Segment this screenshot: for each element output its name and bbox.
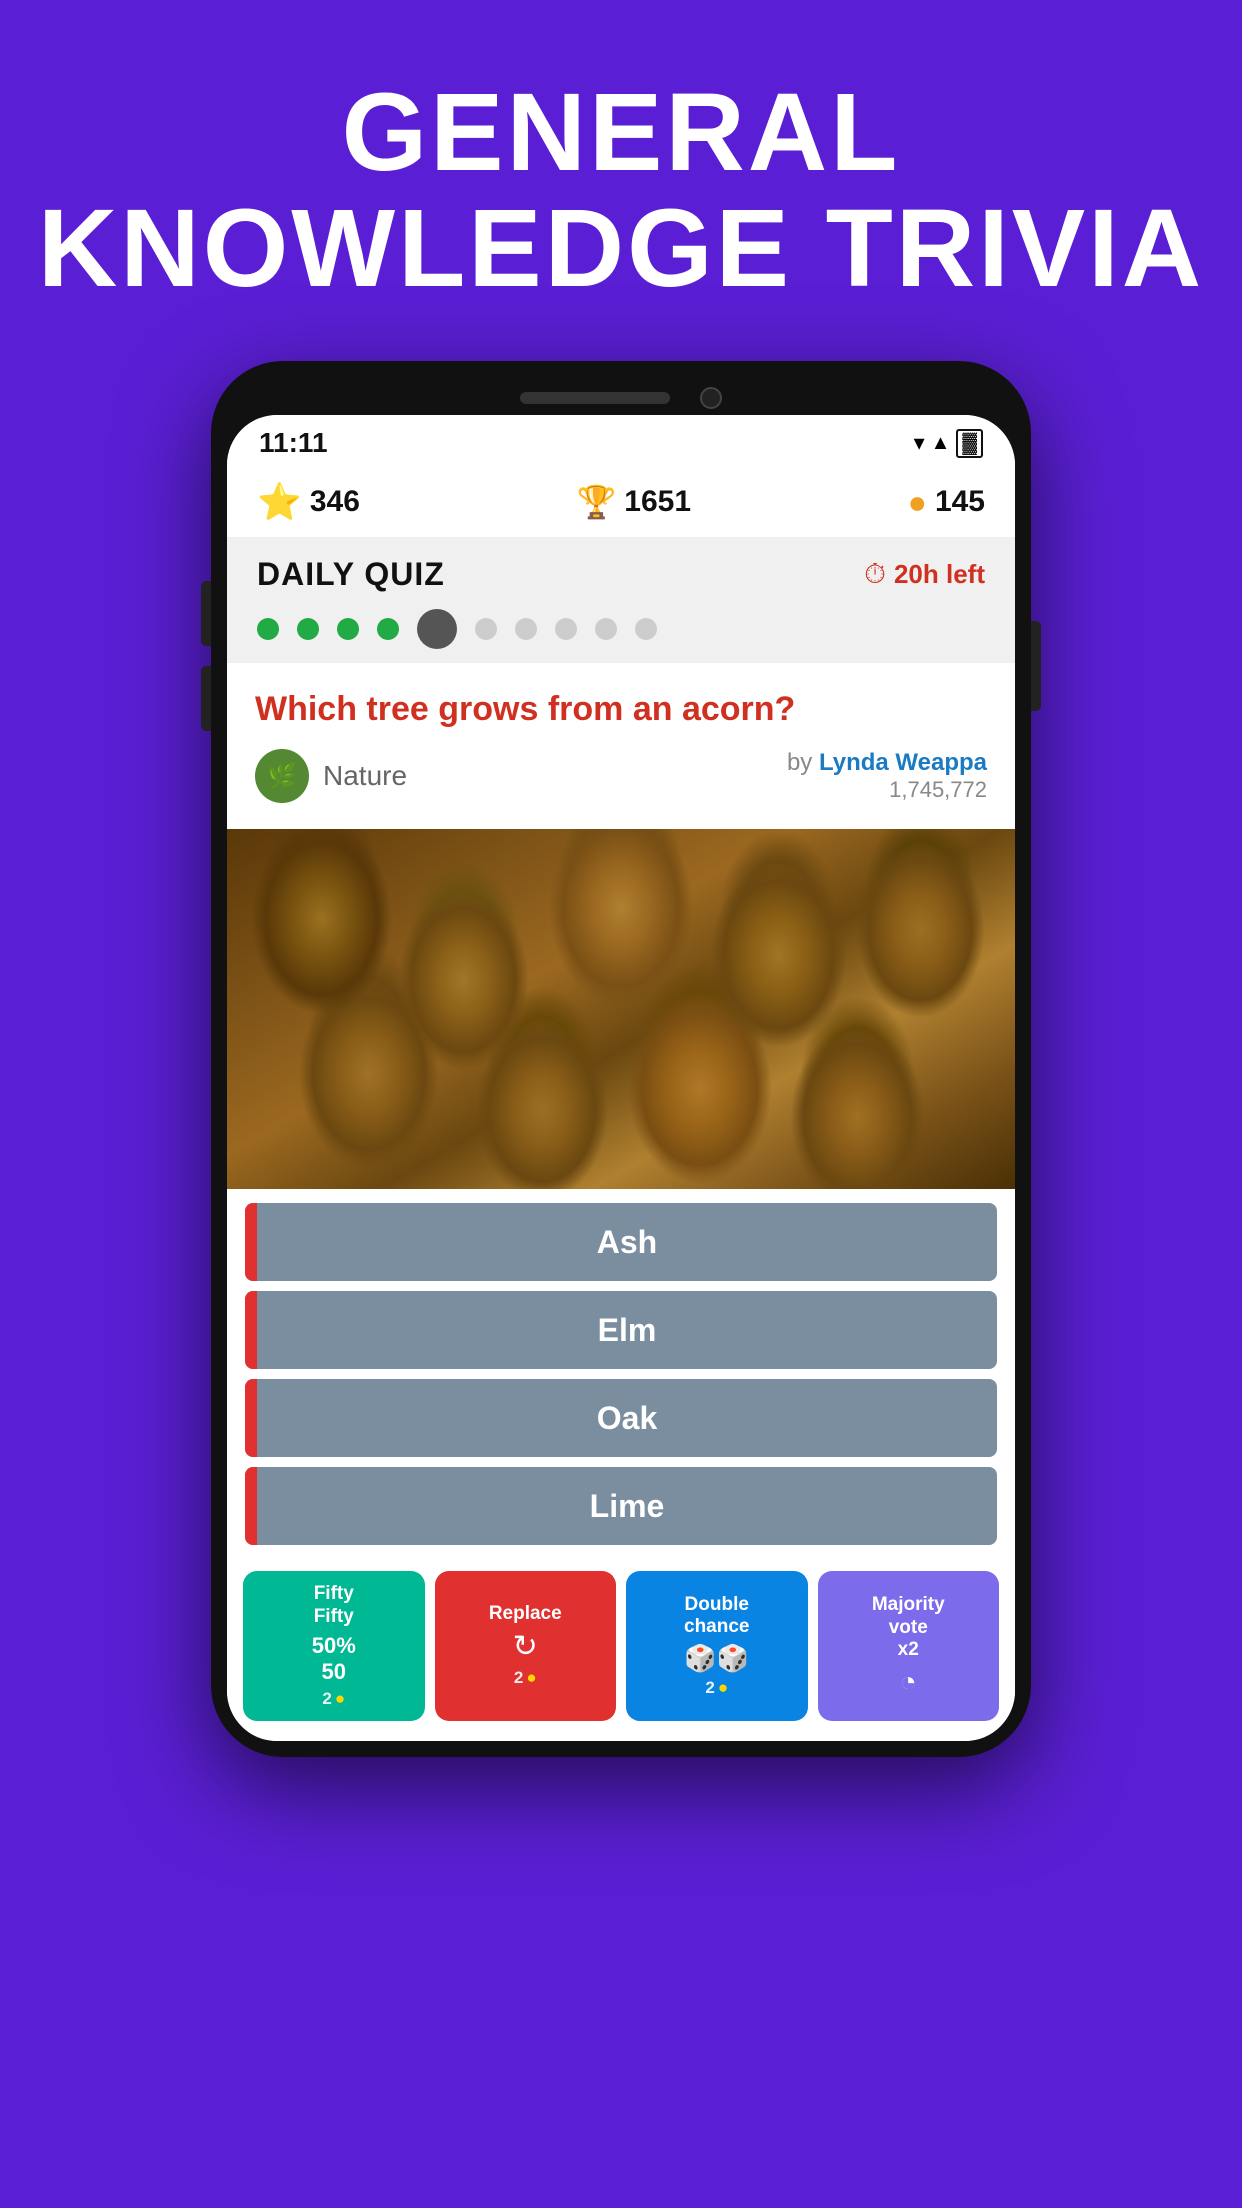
phone-screen: 11:11 ▾ ▲ ▓ ⭐ 346 🏆 1651 ● xyxy=(227,415,1015,1741)
fifty-fifty-icon: 50%50 xyxy=(312,1633,356,1685)
dot-7 xyxy=(515,618,537,640)
fifty-fifty-cost-value: 2 xyxy=(322,1689,331,1709)
author-prefix: by xyxy=(787,749,819,776)
answer-2-indicator xyxy=(245,1291,257,1369)
score-bar: ⭐ 346 🏆 1651 ● 145 xyxy=(227,467,1015,538)
fifty-fifty-cost-coin: ● xyxy=(335,1689,345,1709)
lifeline-majority-vote[interactable]: Majorityvotex2 ◔ xyxy=(818,1571,1000,1721)
category-left: 🌿 Nature xyxy=(255,749,407,803)
category-icon-circle: 🌿 xyxy=(255,749,309,803)
coin-icon: ● xyxy=(908,484,927,521)
dot-8 xyxy=(555,618,577,640)
trophy-value: 1651 xyxy=(624,485,691,519)
dot-6 xyxy=(475,618,497,640)
majority-vote-icon: ◔ xyxy=(900,1666,917,1698)
dot-1 xyxy=(257,618,279,640)
double-chance-cost-value: 2 xyxy=(705,1678,714,1698)
answer-4[interactable]: Lime xyxy=(245,1467,997,1545)
dot-3 xyxy=(337,618,359,640)
double-chance-icon: 🎲🎲 xyxy=(684,1643,749,1674)
phone-shell: 11:11 ▾ ▲ ▓ ⭐ 346 🏆 1651 ● xyxy=(211,361,1031,1757)
replace-icon: ↻ xyxy=(513,1629,538,1664)
answer-1-text: Ash xyxy=(257,1224,997,1261)
dot-4 xyxy=(377,618,399,640)
question-section: Which tree grows from an acorn? 🌿 Nature… xyxy=(227,663,1015,829)
answers-section: Ash Elm Oak Lime xyxy=(227,1189,1015,1559)
replace-cost-coin: ● xyxy=(526,1668,536,1688)
replace-cost: 2 ● xyxy=(514,1668,537,1688)
answer-2[interactable]: Elm xyxy=(245,1291,997,1369)
wifi-icon: ▾ xyxy=(914,430,925,456)
phone-camera xyxy=(700,387,722,409)
quiz-title: DAILY QUIZ xyxy=(257,556,445,593)
author-name: Lynda Weappa xyxy=(819,749,987,776)
replace-cost-value: 2 xyxy=(514,1668,523,1688)
power-button xyxy=(1031,621,1041,711)
time-badge: ⏱ 20h left xyxy=(864,558,985,591)
dot-2 xyxy=(297,618,319,640)
stars-value: 346 xyxy=(310,485,360,519)
status-time: 11:11 xyxy=(259,427,328,459)
page-background: GENERAL KNOWLEDGE TRIVIA 11:11 ▾ ▲ ▓ xyxy=(0,0,1242,2208)
author-info: by Lynda Weappa 1,745,772 xyxy=(787,749,987,803)
coins-value: 145 xyxy=(935,485,985,519)
majority-vote-label: Majorityvotex2 xyxy=(872,1594,945,1662)
progress-dots xyxy=(257,609,985,649)
time-left: 20h left xyxy=(894,559,985,590)
signal-icon: ▲ xyxy=(931,432,951,455)
page-title: GENERAL KNOWLEDGE TRIVIA xyxy=(38,75,1204,306)
answer-2-text: Elm xyxy=(257,1312,997,1349)
acorn-image xyxy=(227,829,1015,1189)
double-chance-cost-coin: ● xyxy=(718,1678,728,1698)
fifty-fifty-label: Fifty Fifty xyxy=(314,1583,354,1629)
timer-icon: ⏱ xyxy=(864,558,886,591)
dot-10 xyxy=(635,618,657,640)
category-row: 🌿 Nature by Lynda Weappa 1,745,772 xyxy=(255,749,987,803)
answer-3-text: Oak xyxy=(257,1400,997,1437)
answer-4-indicator xyxy=(245,1467,257,1545)
quiz-title-row: DAILY QUIZ ⏱ 20h left xyxy=(257,556,985,593)
quiz-header: DAILY QUIZ ⏱ 20h left xyxy=(227,538,1015,663)
dot-5-current xyxy=(417,609,457,649)
answer-3-indicator xyxy=(245,1379,257,1457)
answer-1-indicator xyxy=(245,1203,257,1281)
coins-score: ● 145 xyxy=(908,484,985,521)
fifty-fifty-cost: 2 ● xyxy=(322,1689,345,1709)
answer-1[interactable]: Ash xyxy=(245,1203,997,1281)
phone-notch xyxy=(227,377,1015,415)
lifeline-fifty-fifty[interactable]: Fifty Fifty 50%50 2 ● xyxy=(243,1571,425,1721)
category-name: Nature xyxy=(323,760,407,792)
question-image xyxy=(227,829,1015,1189)
author-plays: 1,745,772 xyxy=(889,777,987,802)
answer-3[interactable]: Oak xyxy=(245,1379,997,1457)
double-chance-label: Doublechance xyxy=(684,1594,749,1640)
trophy-score: 🏆 1651 xyxy=(576,483,691,521)
status-bar: 11:11 ▾ ▲ ▓ xyxy=(227,415,1015,467)
phone-speaker xyxy=(520,392,670,404)
lifeline-replace[interactable]: Replace ↻ 2 ● xyxy=(435,1571,617,1721)
double-chance-cost: 2 ● xyxy=(705,1678,728,1698)
replace-label: Replace xyxy=(489,1603,562,1625)
status-icons: ▾ ▲ ▓ xyxy=(914,429,983,458)
question-text: Which tree grows from an acorn? xyxy=(255,687,987,731)
star-icon: ⭐ xyxy=(257,481,302,523)
lifelines-bar: Fifty Fifty 50%50 2 ● Replace ↻ 2 ● xyxy=(227,1559,1015,1741)
volume-up-button xyxy=(201,581,211,646)
battery-icon: ▓ xyxy=(956,429,983,458)
lifeline-double-chance[interactable]: Doublechance 🎲🎲 2 ● xyxy=(626,1571,808,1721)
answer-4-text: Lime xyxy=(257,1488,997,1525)
dot-9 xyxy=(595,618,617,640)
trophy-icon: 🏆 xyxy=(576,483,616,521)
volume-down-button xyxy=(201,666,211,731)
stars-score: ⭐ 346 xyxy=(257,481,360,523)
